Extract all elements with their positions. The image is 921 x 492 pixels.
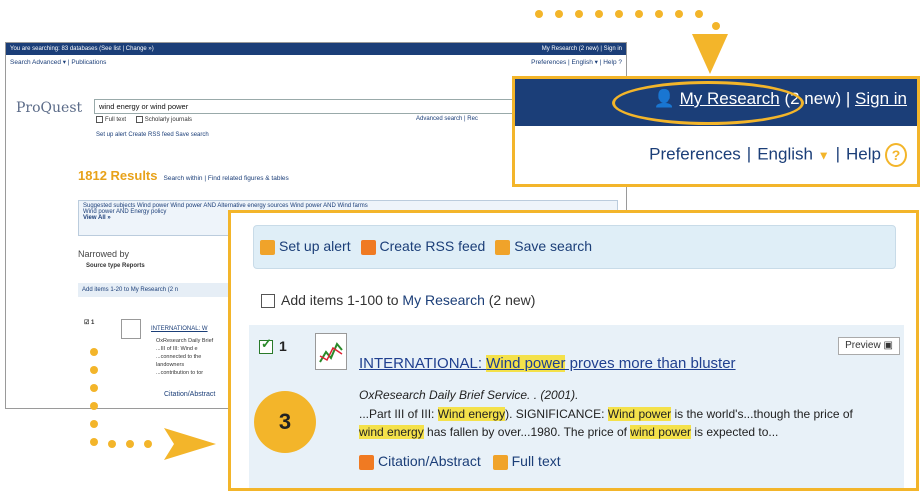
highlight-oval	[612, 81, 804, 125]
add-items-row: Add items 1-100 to My Research (2 new)	[261, 292, 536, 309]
snippet-line: landowners	[156, 362, 185, 368]
arrow-down-icon	[692, 34, 728, 74]
help-icon[interactable]: ?	[885, 143, 907, 167]
add-items-suffix: (2 new)	[484, 292, 536, 308]
citation-small-link[interactable]: Citation/Abstract	[164, 391, 215, 398]
full-text-icon	[492, 454, 508, 470]
thumbnail-small-icon	[121, 319, 141, 339]
rss-icon	[360, 239, 376, 255]
title-part[interactable]: INTERNATIONAL:	[359, 355, 486, 372]
snip-highlight: Wind energy	[437, 407, 506, 421]
language-select[interactable]: English	[757, 144, 813, 163]
add-items-checkbox[interactable]	[261, 294, 275, 309]
preview-label: Preview	[845, 340, 881, 351]
scholarly-checkbox[interactable]	[135, 116, 143, 123]
add-items-prefix: Add items 1-100 to	[281, 292, 403, 308]
result-num-small: ☑ 1	[84, 320, 95, 326]
results-toolbar: Set up alert Create RSS feed Save search	[253, 225, 896, 269]
alert-icon	[260, 239, 275, 255]
snip-highlight: wind power	[630, 425, 691, 439]
source-type-filter[interactable]: Source type Reports	[86, 263, 145, 269]
snip-text: ...Part III of III:	[359, 407, 438, 421]
add-items-small[interactable]: Add items 1-20 to My Research (2 n	[78, 283, 242, 297]
help-link[interactable]: Help	[846, 144, 881, 163]
snip-text: is the world's...though the price of	[671, 407, 853, 421]
result-title-small[interactable]: INTERNATIONAL: W	[151, 326, 208, 332]
proquest-logo: ProQuest	[16, 100, 83, 116]
set-up-alert-link[interactable]: Set up alert	[279, 238, 351, 254]
create-rss-link[interactable]: Create RSS feed	[380, 238, 486, 254]
result-snippet-small: OxResearch Daily Brief ...III of III: Wi…	[156, 337, 213, 377]
chart-thumbnail-icon[interactable]	[315, 333, 347, 370]
fulltext-checkbox[interactable]	[96, 116, 103, 123]
toolbar-items: Set up alert Create RSS feed Save search	[260, 238, 592, 255]
results-count: 1812 Results Search within | Find related…	[78, 168, 289, 183]
result-links: Citation/Abstract Full text	[359, 453, 561, 470]
chevron-down-icon[interactable]: ▼	[818, 148, 830, 162]
sign-in-link[interactable]: Sign in	[855, 89, 907, 108]
arrow-right-icon	[164, 428, 216, 460]
narrowed-by: Narrowed by	[78, 249, 130, 259]
snip-highlight: Wind power	[607, 407, 672, 421]
snippet-line: ...contribution to tor	[156, 370, 204, 376]
zoom-results-panel: Set up alert Create RSS feed Save search…	[228, 210, 919, 491]
result-checkbox[interactable]: ✓	[259, 336, 273, 355]
snip-text: ). SIGNIFICANCE:	[505, 407, 608, 421]
result-number: ✓ 1	[259, 336, 287, 355]
citation-icon	[359, 454, 374, 470]
save-search-link[interactable]: Save search	[514, 238, 592, 254]
result-source: OxResearch Daily Brief Service. . (2001)…	[359, 388, 579, 402]
divider: |	[845, 89, 856, 108]
check-icon: ✓	[261, 336, 272, 352]
snippet-line: ...III of III: Wind e	[156, 346, 198, 352]
secondary-nav: Search Advanced ▾ | Publications Prefere…	[6, 56, 626, 70]
fulltext-label: Full text	[105, 117, 127, 124]
citation-link[interactable]: Citation/Abstract	[378, 453, 481, 469]
snippet-line: OxResearch Daily Brief	[156, 338, 214, 344]
result-snippet: ...Part III of III: Wind energy). SIGNIF…	[359, 405, 899, 441]
save-icon	[495, 239, 511, 255]
searching-text: You are searching: 83 databases (See lis…	[10, 46, 154, 52]
result-title[interactable]: INTERNATIONAL: Wind power proves more th…	[359, 355, 736, 372]
full-text-link[interactable]: Full text	[512, 453, 561, 469]
step-badge: 3	[254, 391, 316, 453]
results-count-text: 1812 Results	[78, 168, 158, 183]
title-part[interactable]: proves more than bluster	[565, 355, 736, 372]
result-number-text: 1	[279, 338, 287, 354]
preferences-nav[interactable]: Preferences | English ▾ | Help ?	[531, 56, 622, 70]
preview-button[interactable]: Preview ▣	[838, 337, 900, 355]
results-links[interactable]: Search within | Find related figures & t…	[164, 175, 289, 182]
advanced-search-link[interactable]: Advanced search | Rec	[416, 116, 478, 122]
preferences-link[interactable]: Preferences	[649, 144, 741, 163]
snip-text: is expected to...	[691, 425, 779, 439]
top-bar: You are searching: 83 databases (See lis…	[6, 43, 626, 55]
snip-highlight: wind energy	[359, 425, 424, 439]
snippet-line: ...connected to the	[156, 354, 202, 360]
preferences-line: Preferences | English ▼ | Help?	[649, 143, 907, 167]
filter-row: Full text Scholarly journals	[96, 116, 192, 123]
tools-row-small[interactable]: Set up alert Create RSS feed Save search	[96, 132, 209, 138]
snip-text: has fallen by over...1980. The price of	[423, 425, 631, 439]
scholarly-label: Scholarly journals	[144, 117, 193, 124]
my-research-link-2[interactable]: My Research	[402, 292, 484, 308]
top-right-links[interactable]: My Research (2 new) | Sign in	[542, 43, 622, 55]
title-highlight[interactable]: Wind power	[486, 355, 566, 372]
search-nav[interactable]: Search Advanced ▾ | Publications	[10, 56, 106, 70]
